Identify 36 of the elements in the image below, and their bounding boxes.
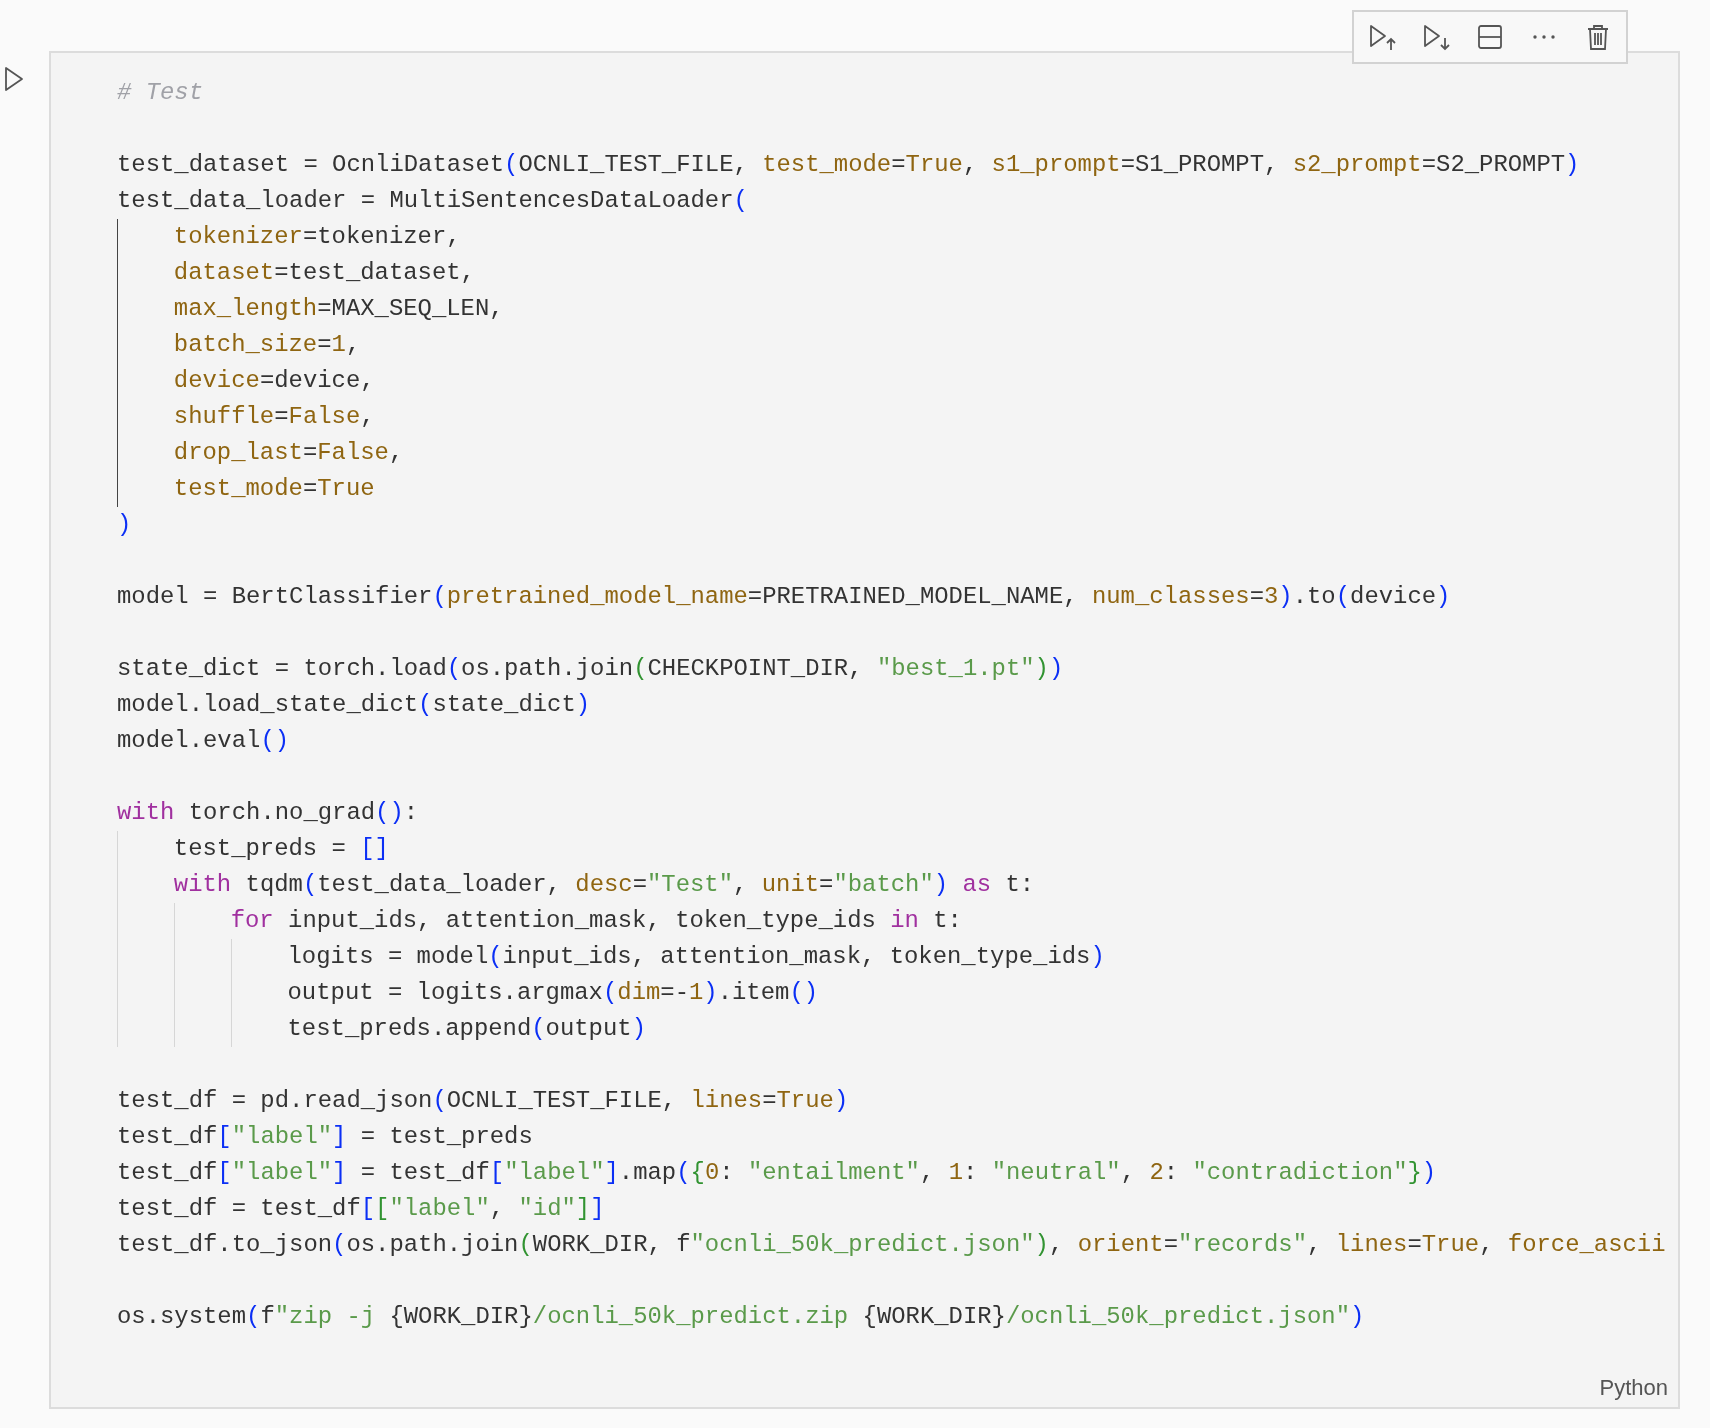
code-line: logits = model(input_ids, attention_mask, token_type_ids) bbox=[287, 942, 1105, 972]
play-down-arrow-icon bbox=[1421, 22, 1451, 52]
run-cell-button[interactable] bbox=[4, 65, 24, 93]
code-line: batch_size=1, bbox=[173, 330, 361, 360]
language-label[interactable]: Python bbox=[1599, 1375, 1668, 1401]
code-line: test_preds = [] bbox=[173, 834, 389, 864]
code-line: drop_last=False, bbox=[173, 438, 404, 468]
code-line: with tqdm(test_data_loader, desc="Test", unit="batch") as t: bbox=[173, 870, 1035, 900]
code-line: ) bbox=[117, 510, 132, 540]
code-line: tokenizer=tokenizer, bbox=[173, 222, 461, 252]
code-line: test_df["label"] = test_preds bbox=[117, 1122, 533, 1152]
code-comment: # Test bbox=[117, 78, 204, 108]
code-line: test_df = test_df[["label", "id"]] bbox=[117, 1194, 605, 1224]
code-line: test_df = pd.read_json(OCNLI_TEST_FILE, lines=True) bbox=[117, 1086, 849, 1116]
code-line: model.eval() bbox=[117, 726, 290, 756]
code-line: shuffle=False, bbox=[173, 402, 375, 432]
split-rectangle-icon bbox=[1475, 22, 1505, 52]
code-line: test_preds.append(output) bbox=[287, 1014, 646, 1044]
code-line: test_df["label"] = test_df["label"].map({0: "entailment", 1: "neutral", 2: "contradiction"}) bbox=[117, 1158, 1437, 1188]
code-line: test_mode=True bbox=[173, 474, 375, 504]
code-line: model = BertClassifier(pretrained_model_name=PRETRAINED_MODEL_NAME, num_classes=3).to(device) bbox=[117, 582, 1451, 612]
code-line: for input_ids, attention_mask, token_type_ids in t: bbox=[230, 906, 962, 936]
code-line: state_dict = torch.load(os.path.join(CHECKPOINT_DIR, "best_1.pt")) bbox=[117, 654, 1064, 684]
code-line: os.system(f"zip -j {WORK_DIR}/ocnli_50k_predict.zip {WORK_DIR}/ocnli_50k_predict.json") bbox=[117, 1302, 1365, 1332]
code-line: with torch.no_grad(): bbox=[117, 798, 419, 828]
code-line: max_length=MAX_SEQ_LEN, bbox=[173, 294, 504, 324]
code-line: dataset=test_dataset, bbox=[173, 258, 475, 288]
code-line: test_data_loader = MultiSentencesDataLoader( bbox=[117, 186, 748, 216]
code-line: model.load_state_dict(state_dict) bbox=[117, 690, 591, 720]
code-line: output = logits.argmax(dim=-1).item() bbox=[287, 978, 819, 1008]
play-up-arrow-icon bbox=[1367, 22, 1397, 52]
play-icon bbox=[4, 65, 24, 93]
code-line: device=device, bbox=[173, 366, 375, 396]
code-line: test_dataset = OcnliDataset(OCNLI_TEST_FILE, test_mode=True, s1_prompt=S1_PROMPT, s2_prompt=S2_PROMPT) bbox=[117, 150, 1580, 180]
more-icon bbox=[1532, 34, 1556, 40]
code-line: test_df.to_json(os.path.join(WORK_DIR, f"ocnli_50k_predict.json"), orient="records", lines=True, force_ascii bbox=[117, 1230, 1666, 1260]
